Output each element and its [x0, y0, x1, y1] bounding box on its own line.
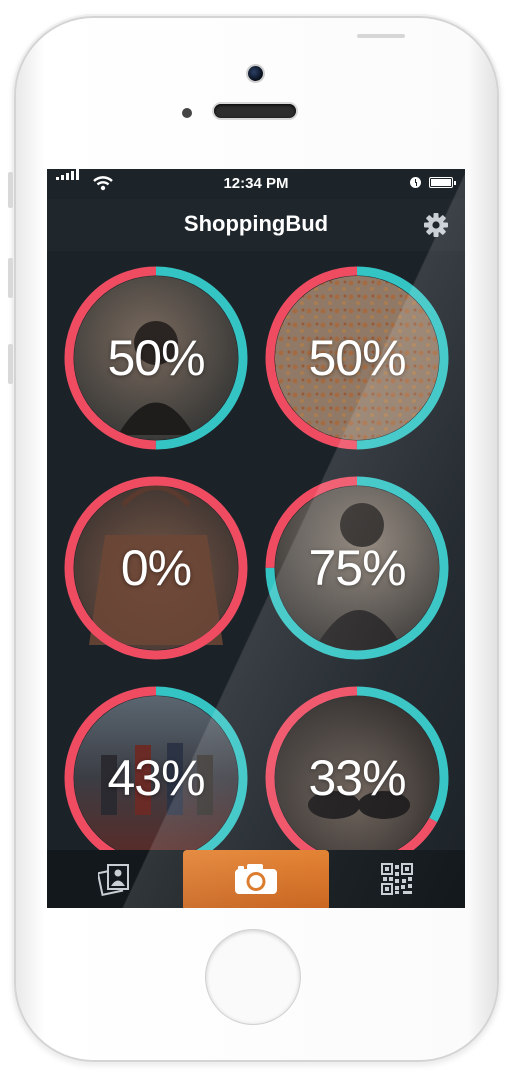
match-percent: 33%: [308, 750, 406, 806]
items-grid: 50% 50% 0% 75% 43% 33%: [47, 251, 465, 850]
gear-icon[interactable]: [423, 212, 449, 238]
match-percent: 50%: [308, 330, 406, 386]
screen: 12:34 PM ShoppingBud 50% 50% 0% 75% 43% …: [47, 169, 465, 908]
tab-camera[interactable]: [183, 850, 329, 908]
earpiece-speaker: [214, 104, 296, 118]
proximity-sensor: [182, 108, 192, 118]
tab-gallery[interactable]: [47, 850, 183, 908]
match-percent: 0%: [120, 540, 192, 596]
item-card[interactable]: 0%: [63, 475, 249, 661]
status-bar: 12:34 PM: [47, 169, 465, 199]
tab-bar: [47, 850, 465, 908]
home-button[interactable]: [206, 930, 300, 1024]
item-card[interactable]: 50%: [63, 265, 249, 451]
power-button: [357, 34, 405, 38]
item-card[interactable]: 50%: [264, 265, 450, 451]
nav-bar: ShoppingBud: [47, 199, 465, 251]
volume-down-button: [8, 344, 13, 384]
camera-icon: [235, 864, 277, 894]
match-percent: 75%: [308, 540, 406, 596]
volume-up-button: [8, 258, 13, 298]
match-percent: 43%: [107, 750, 205, 806]
mute-switch: [8, 172, 13, 208]
qr-code-icon: [381, 863, 413, 895]
battery-icon: [429, 177, 456, 188]
front-camera: [248, 66, 263, 81]
item-card[interactable]: 43%: [63, 685, 249, 850]
clock-icon: [410, 177, 421, 188]
match-percent: 50%: [107, 330, 205, 386]
app-title: ShoppingBud: [183, 211, 329, 236]
item-card[interactable]: 33%: [264, 685, 450, 850]
tab-scan[interactable]: [329, 850, 465, 908]
photo-stack-icon: [98, 864, 129, 896]
item-card[interactable]: 75%: [264, 475, 450, 661]
status-time: 12:34 PM: [223, 175, 289, 192]
